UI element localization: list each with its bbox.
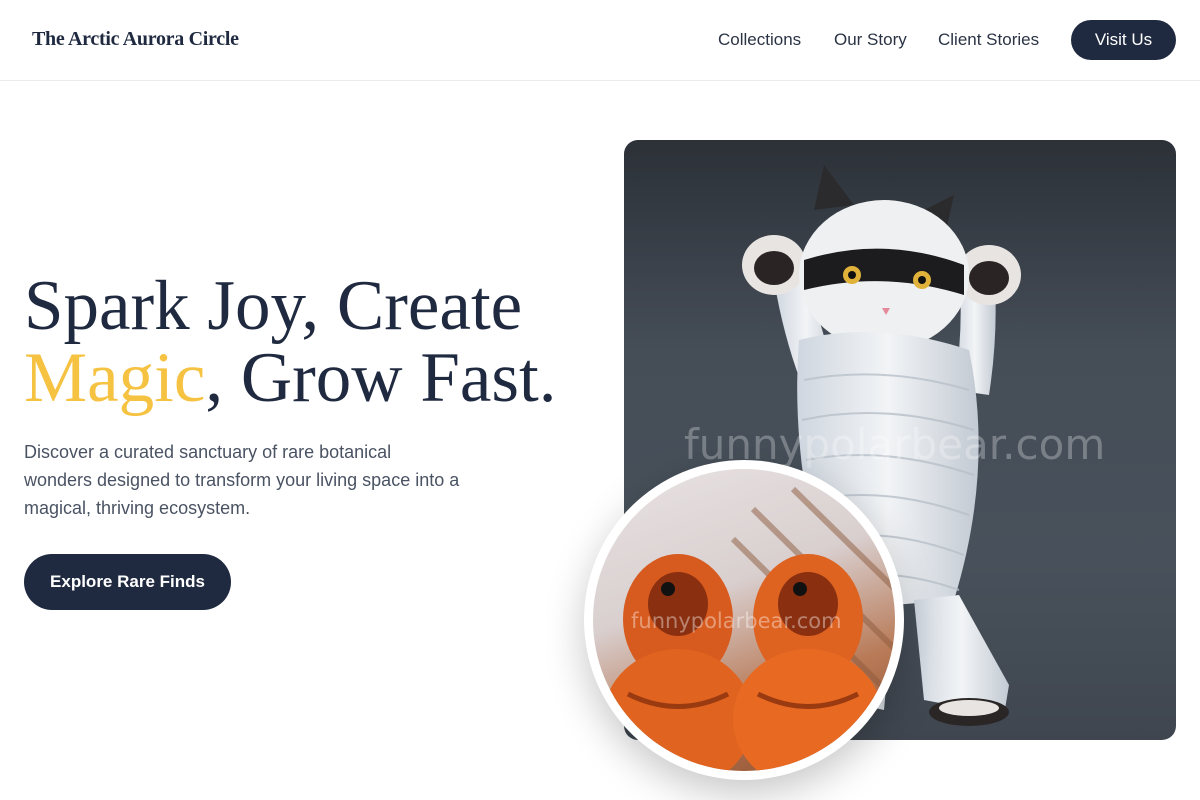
headline-line-2-rest: , Grow Fast. [205,339,557,417]
site-header: The Arctic Aurora Circle Collections Our… [0,0,1200,81]
visit-us-button[interactable]: Visit Us [1071,20,1176,60]
inset-image-watermark: funnypolarbear.com [631,609,842,633]
nav-link-our-story[interactable]: Our Story [834,30,907,50]
inset-image: funnypolarbear.com [593,469,895,771]
explore-rare-finds-button[interactable]: Explore Rare Finds [24,554,231,610]
headline-accent-word: Magic [24,339,206,417]
nav-link-collections[interactable]: Collections [718,30,801,50]
nav-link-client-stories[interactable]: Client Stories [938,30,1039,50]
headline-line-1: Spark Joy, Create [24,267,523,345]
inset-image-frame: funnypolarbear.com [584,460,904,780]
main-nav: Collections Our Story Client Stories [0,0,1200,80]
hero-headline: Spark Joy, Create Magic, Grow Fast. [24,270,604,414]
hero-description: Discover a curated sanctuary of rare bot… [24,442,460,518]
